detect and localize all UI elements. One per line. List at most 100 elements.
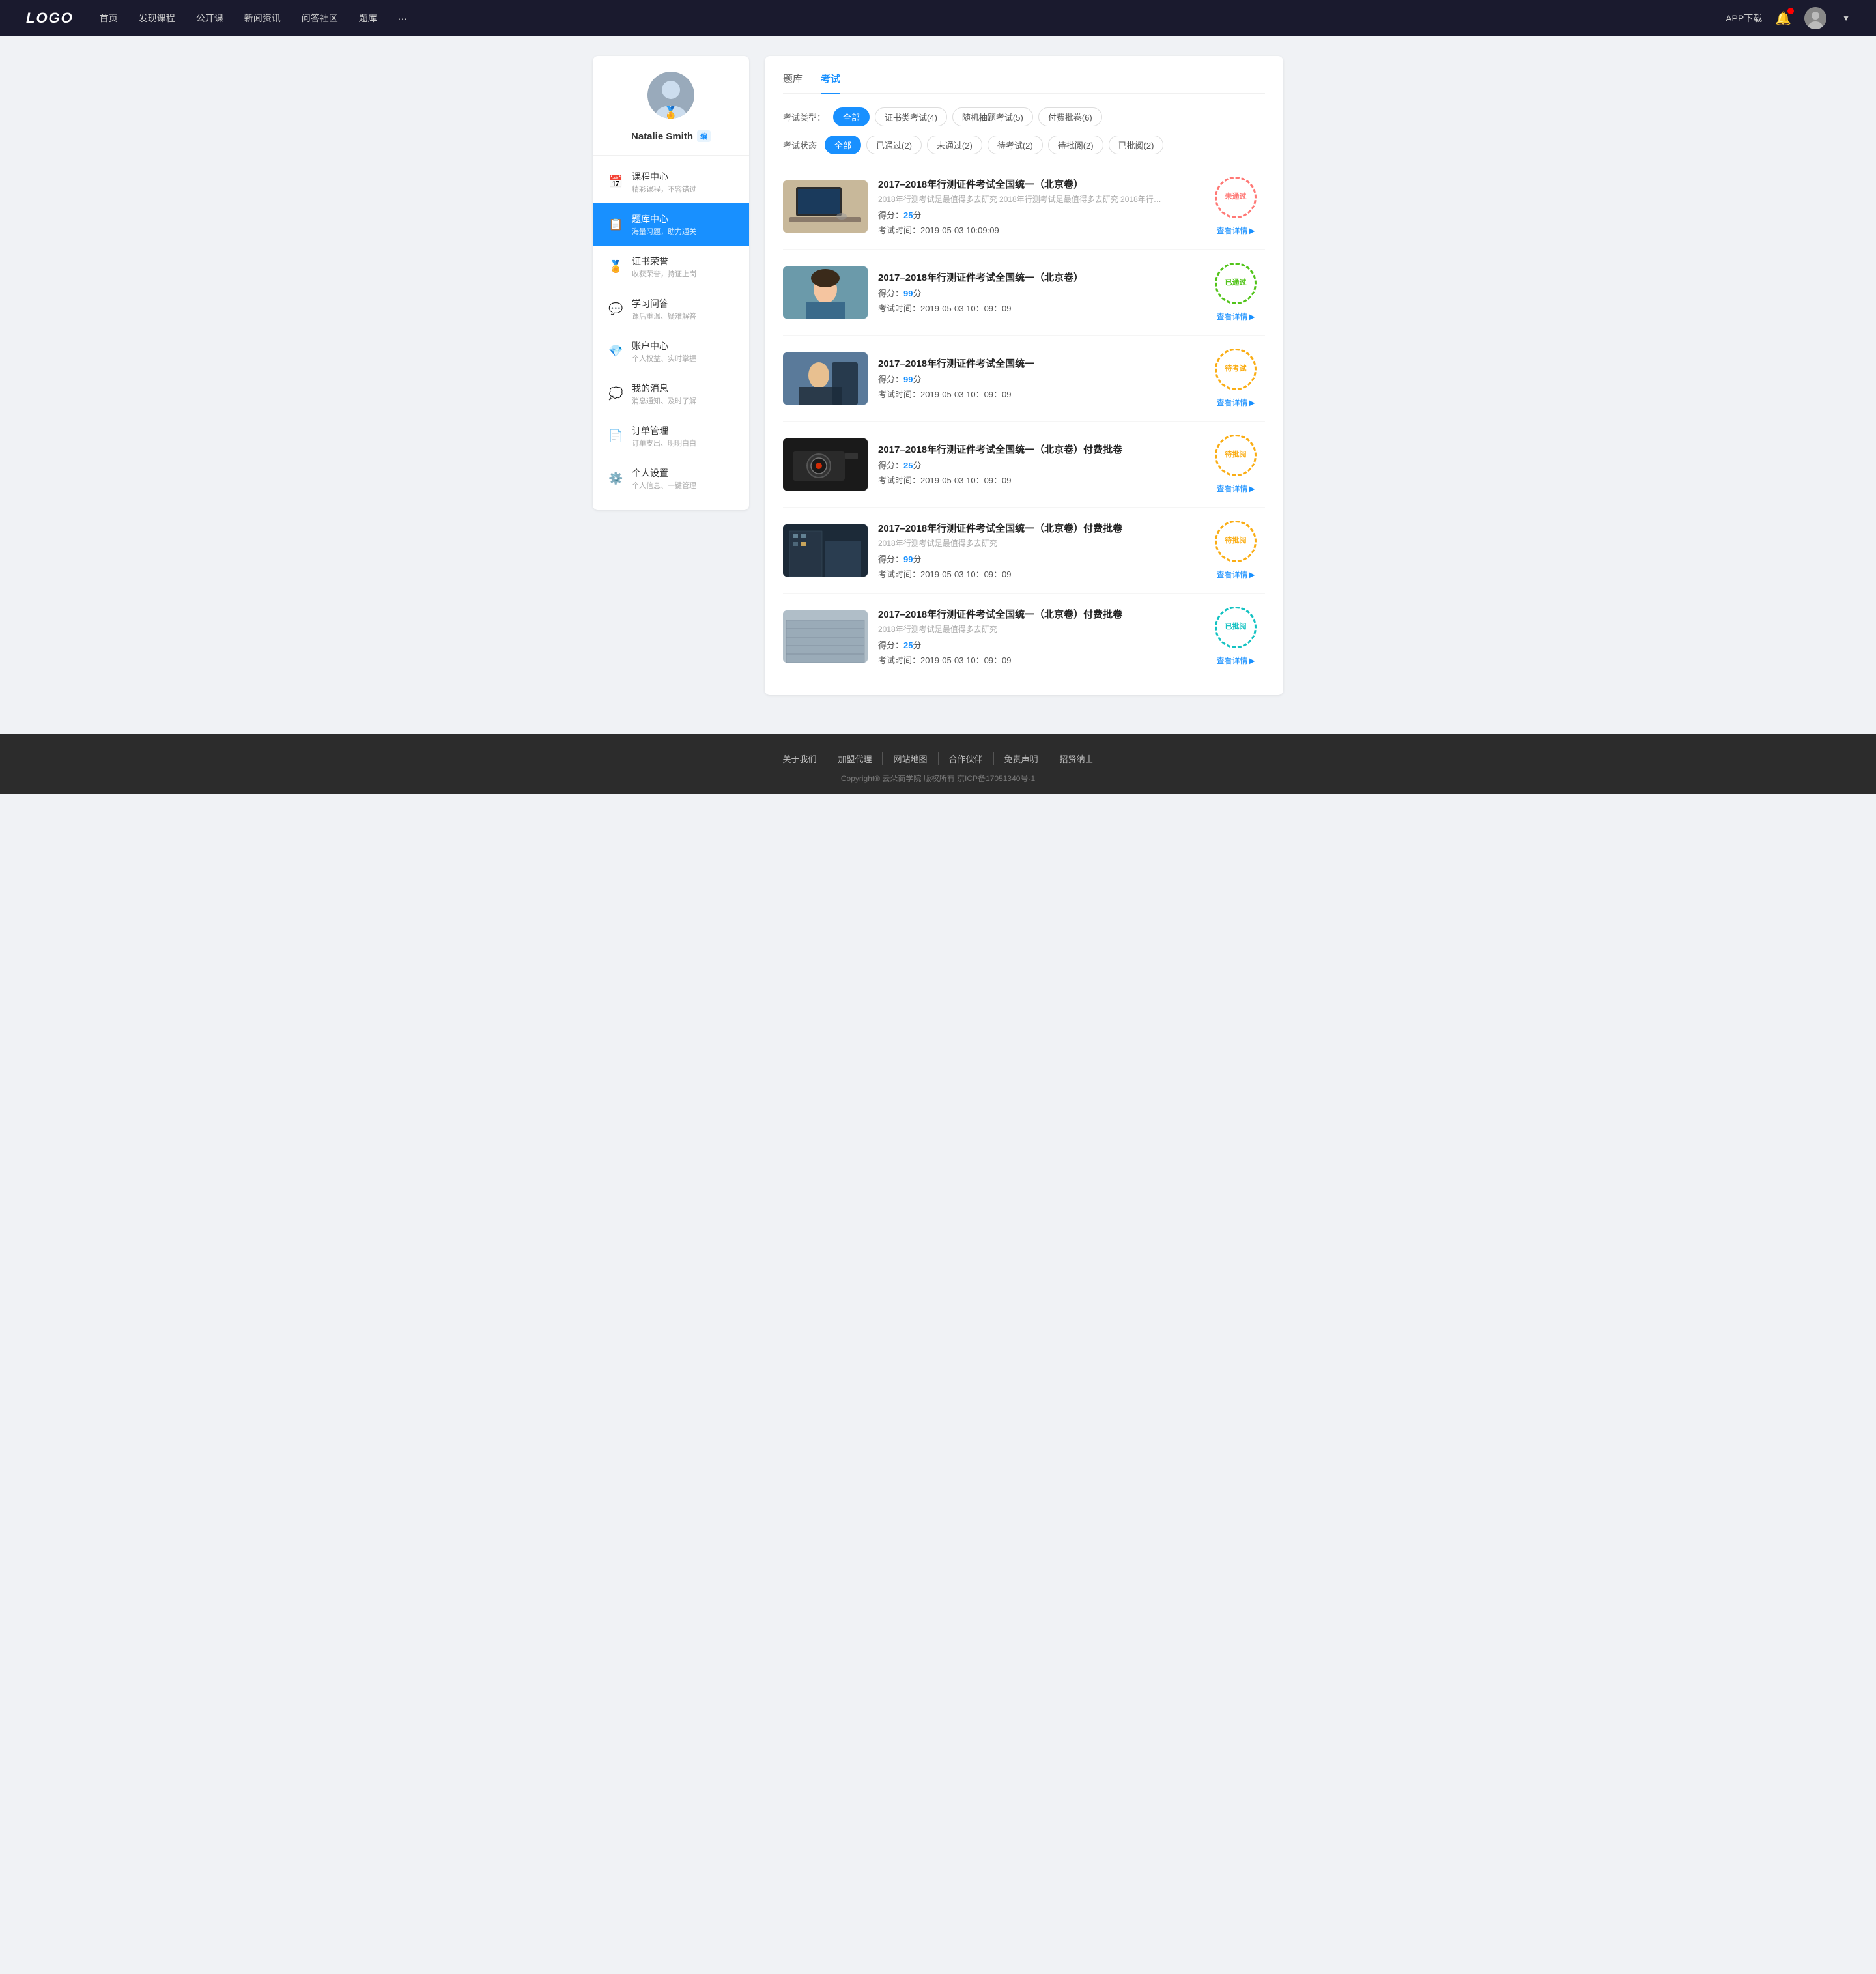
exam-item: 2017–2018年行测证件考试全国统一（北京卷） 得分：99分 考试时间：20…: [783, 250, 1265, 336]
exam-thumbnail: [783, 266, 868, 319]
exam-status-stamp: 待批阅: [1215, 521, 1257, 562]
nav-title-qa: 学习问答: [632, 297, 696, 310]
exam-type-label: 考试类型：: [783, 111, 825, 123]
exam-thumbnail: [783, 180, 868, 233]
nav-title-cert: 证书荣誉: [632, 255, 696, 268]
exam-title: 2017–2018年行测证件考试全国统一: [878, 356, 1196, 370]
exam-status-wrap: 待批阅 查看详情 ▶: [1206, 435, 1265, 494]
content-panel: 题库考试 考试类型： 全部证书类考试(4) 随机抽题考试(5) 付费批卷(6) 考试…: [765, 56, 1283, 695]
nav-subtitle-exam: 海量习题，助力通关: [632, 226, 696, 236]
sidebar-item-account[interactable]: 💎 账户中心 个人权益、实时掌握: [593, 330, 749, 373]
tab-考试[interactable]: 考试: [821, 72, 840, 93]
exam-time: 考试时间：2019-05-03 10：09：09: [878, 567, 1196, 580]
navbar-right: APP下载 🔔 ▼: [1726, 7, 1850, 29]
navbar-item[interactable]: ···: [398, 13, 407, 23]
exam-status-btn[interactable]: 已批阅(2): [1109, 136, 1164, 154]
exam-status-btn[interactable]: 待批阅(2): [1048, 136, 1103, 154]
exam-status-btn[interactable]: 未通过(2): [927, 136, 982, 154]
exam-status-label: 考试状态: [783, 139, 817, 151]
nav-icon-order: 📄: [608, 429, 623, 443]
footer-links: 关于我们加盟代理网站地图合作伙伴免责声明招贤纳士: [13, 752, 1863, 765]
sidebar-username: Natalie Smith 编: [631, 130, 711, 142]
exam-item: 2017–2018年行测证件考试全国统一（北京卷）付费批卷 2018年行测考试是…: [783, 508, 1265, 594]
exam-detail-link[interactable]: 查看详情 ▶: [1216, 311, 1255, 322]
navbar-item[interactable]: 首页: [100, 12, 118, 25]
exam-type-btn[interactable]: 随机抽题考试(5): [952, 107, 1033, 126]
footer-link[interactable]: 关于我们: [772, 752, 827, 765]
exam-detail-link[interactable]: 查看详情 ▶: [1216, 655, 1255, 666]
exam-title: 2017–2018年行测证件考试全国统一（北京卷）付费批卷: [878, 607, 1196, 621]
user-dropdown-caret[interactable]: ▼: [1842, 14, 1850, 23]
nav-icon-exam: 📋: [608, 218, 623, 231]
footer-link[interactable]: 免责声明: [993, 752, 1049, 765]
footer-link[interactable]: 网站地图: [882, 752, 937, 765]
detail-arrow-icon: ▶: [1249, 656, 1255, 665]
nav-subtitle-order: 订单支出、明明白白: [632, 438, 696, 448]
detail-arrow-icon: ▶: [1249, 398, 1255, 407]
exam-time: 考试时间：2019-05-03 10：09：09: [878, 474, 1196, 486]
exam-info: 2017–2018年行测证件考试全国统一（北京卷）付费批卷 2018年行测考试是…: [878, 607, 1196, 666]
nav-subtitle-settings: 个人信息、一键管理: [632, 480, 696, 491]
navbar-item[interactable]: 公开课: [196, 12, 223, 25]
tab-题库[interactable]: 题库: [783, 72, 803, 93]
navbar-item[interactable]: 新闻资讯: [244, 12, 281, 25]
navbar-nav: 首页 发现课程 公开课 新闻资讯 问答社区 题库 ···: [100, 12, 1726, 25]
exam-status-wrap: 未通过 查看详情 ▶: [1206, 177, 1265, 236]
exam-info: 2017–2018年行测证件考试全国统一（北京卷）付费批卷 得分：25分 考试时…: [878, 442, 1196, 486]
exam-info: 2017–2018年行测证件考试全国统一（北京卷）付费批卷 2018年行测考试是…: [878, 521, 1196, 580]
sidebar-profile: 🏅 Natalie Smith 编: [593, 72, 749, 156]
avatar[interactable]: [1804, 7, 1826, 29]
navbar-item[interactable]: 问答社区: [302, 12, 338, 25]
exam-time: 考试时间：2019-05-03 10：09：09: [878, 302, 1196, 314]
navbar-item[interactable]: 题库: [359, 12, 377, 25]
notification-badge: [1787, 8, 1794, 14]
exam-score: 得分：99分: [878, 552, 1196, 565]
sidebar-item-settings[interactable]: ⚙️ 个人设置 个人信息、一键管理: [593, 457, 749, 500]
footer-link[interactable]: 招贤纳士: [1049, 752, 1104, 765]
exam-detail-link[interactable]: 查看详情 ▶: [1216, 483, 1255, 494]
exam-item: 2017–2018年行测证件考试全国统一 得分：99分 考试时间：2019-05…: [783, 336, 1265, 422]
navbar: LOGO 首页 发现课程 公开课 新闻资讯 问答社区 题库 ··· APP下载 🔔 ▼: [0, 0, 1876, 36]
exam-status-wrap: 待批阅 查看详情 ▶: [1206, 521, 1265, 580]
exam-title: 2017–2018年行测证件考试全国统一（北京卷）付费批卷: [878, 442, 1196, 456]
footer-link[interactable]: 加盟代理: [827, 752, 882, 765]
exam-score: 得分：25分: [878, 208, 1196, 221]
navbar-item[interactable]: 发现课程: [139, 12, 175, 25]
exam-type-btn[interactable]: 付费批卷(6): [1038, 107, 1102, 126]
sidebar-item-exam[interactable]: 📋 题库中心 海量习题，助力通关: [593, 203, 749, 246]
footer-link[interactable]: 合作伙伴: [938, 752, 993, 765]
sidebar-item-msg[interactable]: 💭 我的消息 消息通知、及时了解: [593, 373, 749, 415]
exam-type-btn[interactable]: 全部: [833, 107, 870, 126]
nav-subtitle-cert: 收获荣誉，持证上岗: [632, 268, 696, 279]
exam-time: 考试时间：2019-05-03 10:09:09: [878, 223, 1196, 236]
notification-bell[interactable]: 🔔: [1775, 10, 1791, 27]
exam-detail-link[interactable]: 查看详情 ▶: [1216, 569, 1255, 580]
exam-item: 2017–2018年行测证件考试全国统一（北京卷） 2018年行测考试是最值得多…: [783, 164, 1265, 250]
nav-title-order: 订单管理: [632, 424, 696, 437]
exam-thumbnail: [783, 524, 868, 577]
logo[interactable]: LOGO: [26, 10, 74, 27]
sidebar-item-qa[interactable]: 💬 学习问答 课后重温、疑难解答: [593, 288, 749, 330]
sidebar-item-course[interactable]: 📅 课程中心 精彩课程，不容错过: [593, 161, 749, 203]
exam-time: 考试时间：2019-05-03 10：09：09: [878, 388, 1196, 400]
sidebar-item-cert[interactable]: 🏅 证书荣誉 收获荣誉，持证上岗: [593, 246, 749, 288]
exam-desc: 2018年行测考试是最值得多去研究: [878, 537, 1196, 549]
content-tabs: 题库考试: [783, 72, 1265, 94]
nav-subtitle-course: 精彩课程，不容错过: [632, 184, 696, 194]
exam-status-btn[interactable]: 全部: [825, 136, 861, 154]
exam-status-buttons: 全部已通过(2) 未通过(2) 待考试(2) 待批阅(2) 已批阅(2): [825, 136, 1163, 154]
exam-status-btn[interactable]: 待考试(2): [988, 136, 1043, 154]
exam-desc: 2018年行测考试是最值得多去研究: [878, 623, 1196, 635]
exam-status-filter-row: 考试状态 全部已通过(2) 未通过(2) 待考试(2) 待批阅(2) 已批阅(2): [783, 136, 1265, 154]
exam-list: 2017–2018年行测证件考试全国统一（北京卷） 2018年行测考试是最值得多…: [783, 164, 1265, 679]
exam-type-buttons: 全部证书类考试(4) 随机抽题考试(5) 付费批卷(6): [833, 107, 1102, 126]
sidebar-item-order[interactable]: 📄 订单管理 订单支出、明明白白: [593, 415, 749, 457]
exam-status-stamp: 待批阅: [1215, 435, 1257, 476]
exam-thumbnail: [783, 352, 868, 405]
nav-title-exam: 题库中心: [632, 212, 696, 225]
app-download-link[interactable]: APP下载: [1726, 12, 1762, 25]
exam-detail-link[interactable]: 查看详情 ▶: [1216, 397, 1255, 408]
exam-detail-link[interactable]: 查看详情 ▶: [1216, 225, 1255, 236]
exam-type-btn[interactable]: 证书类考试(4): [875, 107, 947, 126]
exam-status-btn[interactable]: 已通过(2): [866, 136, 922, 154]
